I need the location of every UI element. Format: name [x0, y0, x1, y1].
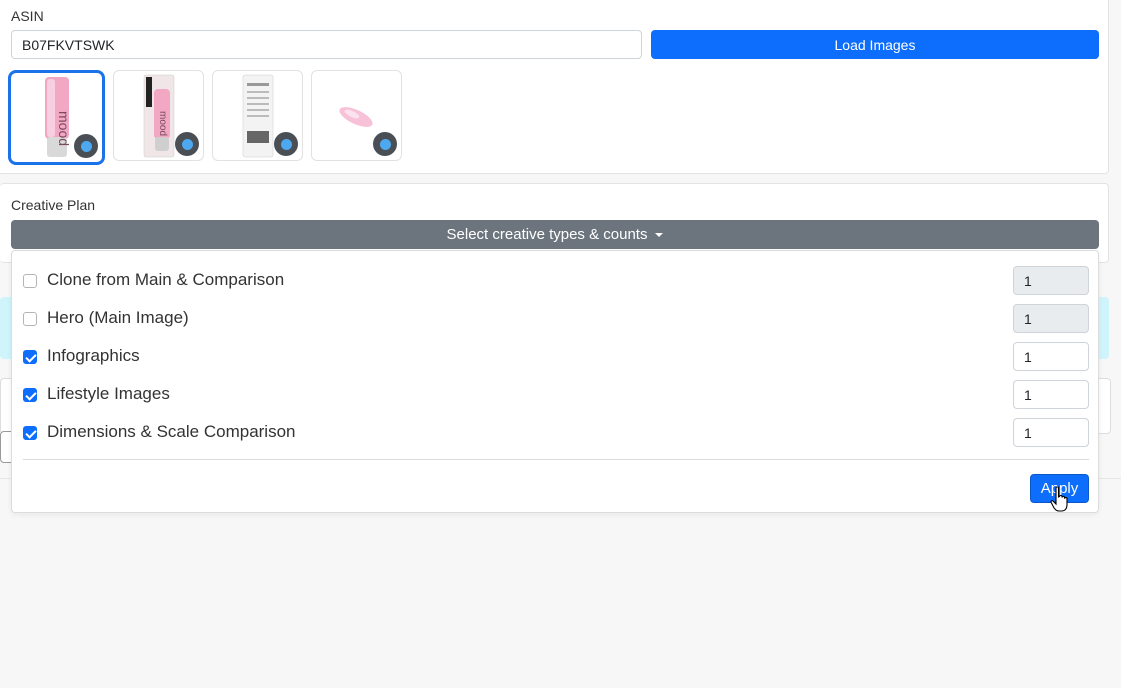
hand-cursor-icon — [1050, 486, 1068, 512]
menu-item-clone: Clone from Main & Comparison — [12, 266, 1098, 296]
asin-label: ASIN — [11, 8, 44, 24]
asin-card: ASIN Load Images mood mood — [0, 0, 1109, 174]
checkbox-clone[interactable] — [23, 274, 37, 288]
svg-text:mood: mood — [157, 111, 168, 136]
checkbox-hero[interactable] — [23, 312, 37, 326]
menu-item-lifestyle: Lifestyle Images — [12, 380, 1098, 410]
select-badge-icon[interactable] — [74, 134, 98, 158]
creative-types-menu: Clone from Main & Comparison Hero (Main … — [11, 250, 1099, 513]
checkbox-infographics[interactable] — [23, 350, 37, 364]
creative-plan-label: Creative Plan — [11, 197, 96, 213]
select-badge-icon[interactable] — [373, 132, 397, 156]
menu-divider — [23, 459, 1089, 460]
checkbox-lifestyle[interactable] — [23, 388, 37, 402]
count-input-infographics[interactable] — [1013, 342, 1089, 371]
menu-item-label: Hero (Main Image) — [47, 308, 189, 327]
menu-item-infographics: Infographics — [12, 342, 1098, 372]
thumbnail-strip: mood mood — [8, 70, 402, 165]
caret-down-icon — [655, 233, 664, 238]
menu-item-dimensions: Dimensions & Scale Comparison — [12, 418, 1098, 448]
checkbox-dimensions[interactable] — [23, 426, 37, 440]
asin-input[interactable] — [11, 30, 642, 59]
menu-item-hero: Hero (Main Image) — [12, 304, 1098, 334]
count-input-dimensions[interactable] — [1013, 418, 1089, 447]
product-image-2[interactable]: mood — [113, 70, 204, 161]
count-input-clone[interactable] — [1013, 266, 1089, 295]
product-image-4[interactable] — [311, 70, 402, 161]
svg-text:mood: mood — [56, 111, 72, 146]
count-input-lifestyle[interactable] — [1013, 380, 1089, 409]
menu-item-label: Infographics — [47, 346, 140, 365]
product-image-1[interactable]: mood — [8, 70, 105, 165]
dropdown-label: Select creative types & counts — [446, 226, 648, 243]
count-input-hero[interactable] — [1013, 304, 1089, 333]
menu-item-label: Clone from Main & Comparison — [47, 270, 285, 289]
menu-item-label: Lifestyle Images — [47, 384, 170, 403]
creative-types-dropdown[interactable]: Select creative types & counts — [11, 220, 1099, 249]
select-badge-icon[interactable] — [274, 132, 298, 156]
load-images-button[interactable]: Load Images — [651, 30, 1099, 59]
select-badge-icon[interactable] — [175, 132, 199, 156]
menu-item-label: Dimensions & Scale Comparison — [47, 422, 296, 441]
product-image-3[interactable] — [212, 70, 303, 161]
